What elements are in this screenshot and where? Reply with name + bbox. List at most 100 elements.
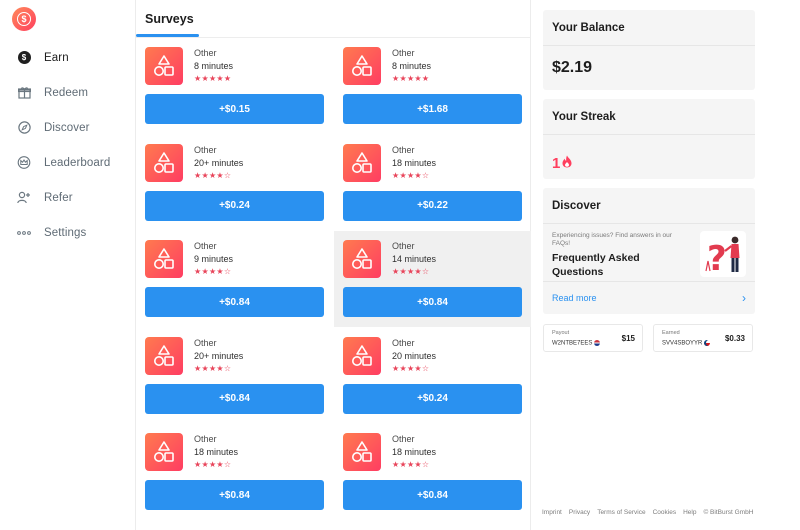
survey-reward-button[interactable]: +$0.84 — [145, 287, 324, 318]
survey-meta: Other 18 minutes ★★★★☆ — [194, 433, 238, 470]
faq-illustration: ? — [700, 231, 746, 279]
ticker-code: SVV4SBOYYR — [662, 340, 711, 347]
survey-card[interactable]: Other 20+ minutes ★★★★☆ +$0.84 — [136, 328, 333, 424]
shapes-icon — [352, 55, 372, 76]
streak-title: Your Streak — [543, 99, 755, 135]
survey-meta: Other 9 minutes ★★★★☆ — [194, 240, 233, 277]
streak-value-row: 1 — [543, 135, 755, 179]
sidebar-item-label: Discover — [44, 121, 90, 134]
survey-rating-stars: ★★★★☆ — [194, 363, 232, 373]
survey-card[interactable]: Other 20 minutes ★★★★☆ +$0.24 — [334, 328, 531, 424]
survey-duration: 14 minutes — [392, 254, 437, 265]
us-flag-icon — [594, 340, 601, 346]
flame-icon — [562, 155, 572, 172]
shapes-icon — [154, 248, 174, 270]
faq-promo[interactable]: Experiencing issues? Find answers in our… — [543, 224, 755, 282]
tab-bar: Surveys — [136, 0, 530, 38]
survey-duration: 20+ minutes — [194, 157, 244, 168]
survey-rating-stars: ★★★★☆ — [392, 460, 430, 470]
survey-meta: Other 18 minutes ★★★★☆ — [392, 144, 436, 181]
survey-rating-stars: ★★★★★ — [194, 74, 232, 83]
survey-card[interactable]: Other 14 minutes ★★★★☆ +$0.84 — [334, 231, 531, 328]
survey-reward-button[interactable]: +$0.84 — [343, 480, 522, 511]
survey-rating-stars: ★★★★☆ — [194, 460, 232, 470]
sidebar-nav: $ Earn Redeem Discover Leaderboard Refer… — [0, 40, 135, 250]
ticker-item: Earned SVV4SBOYYR $0.33 — [653, 324, 753, 352]
survey-reward-button[interactable]: +$0.24 — [145, 190, 324, 221]
shapes-icon — [352, 344, 372, 366]
svg-text:?: ? — [707, 239, 727, 277]
sidebar-item-settings[interactable]: Settings — [0, 215, 135, 250]
shapes-icon — [154, 344, 174, 366]
survey-duration: 18 minutes — [194, 447, 239, 458]
survey-reward-button[interactable]: +$0.84 — [343, 287, 522, 318]
survey-reward-button[interactable]: +$0.84 — [145, 383, 324, 414]
survey-duration: 20 minutes — [392, 350, 437, 361]
survey-meta: Other 20+ minutes ★★★★☆ — [194, 337, 243, 374]
footer-link-cookies[interactable]: Cookies — [653, 509, 676, 516]
sidebar-item-label: Leaderboard — [44, 156, 111, 169]
sidebar-item-redeem[interactable]: Redeem — [0, 75, 135, 110]
ticker-code-text: SVV4SBOYYR — [662, 340, 703, 347]
tab-surveys[interactable]: Surveys — [145, 12, 194, 26]
survey-card[interactable]: Other 18 minutes ★★★★☆ +$0.22 — [334, 135, 531, 231]
survey-card[interactable]: Other 18 minutes ★★★★☆ +$0.84 — [334, 424, 531, 520]
survey-reward-button[interactable]: +$0.24 — [343, 383, 522, 414]
sidebar-item-label: Settings — [44, 226, 87, 239]
survey-reward-button[interactable]: +$0.22 — [343, 190, 522, 221]
survey-card[interactable]: Other 8 minutes ★★★★★ +$0.15 — [136, 38, 333, 134]
gift-icon — [17, 86, 31, 100]
survey-card[interactable]: Other 9 minutes ★★★★☆ +$0.84 — [136, 231, 333, 327]
ticker-amount: $0.33 — [724, 334, 745, 343]
survey-reward-button[interactable]: +$0.15 — [145, 94, 324, 124]
sidebar-item-earn[interactable]: $ Earn — [0, 40, 135, 75]
survey-rating-stars: ★★★★☆ — [392, 170, 430, 180]
survey-card[interactable]: Other 20+ minutes ★★★★☆ +$0.24 — [136, 135, 333, 231]
survey-rating-stars: ★★★★★ — [392, 74, 430, 83]
ticker-code: W2NTBE7EES — [552, 340, 601, 347]
survey-thumbnail — [145, 433, 183, 472]
app-logo[interactable]: $ — [12, 7, 36, 31]
survey-meta: Other 20+ minutes ★★★★☆ — [194, 144, 243, 181]
shapes-icon — [154, 55, 174, 76]
shapes-icon — [352, 441, 372, 463]
survey-duration: 8 minutes — [392, 61, 432, 71]
survey-category: Other — [194, 434, 217, 445]
survey-duration: 18 minutes — [392, 157, 437, 168]
ticker-code-text: W2NTBE7EES — [552, 340, 593, 347]
crown-icon — [17, 156, 31, 170]
survey-category: Other — [392, 48, 415, 58]
ticker-amount: $15 — [621, 334, 635, 343]
survey-thumbnail — [343, 240, 381, 279]
sidebar-item-discover[interactable]: Discover — [0, 110, 135, 145]
read-more-link[interactable]: Read more › — [543, 282, 755, 314]
survey-reward-button[interactable]: +$1.68 — [343, 94, 522, 124]
survey-meta: Other 20 minutes ★★★★☆ — [392, 337, 436, 374]
survey-meta: Other 8 minutes ★★★★★ — [392, 47, 431, 84]
survey-reward-button[interactable]: +$0.84 — [145, 480, 324, 511]
footer-link-privacy[interactable]: Privacy — [569, 509, 590, 516]
survey-thumbnail — [343, 47, 381, 85]
survey-card[interactable]: Other 8 minutes ★★★★★ +$1.68 — [334, 38, 531, 134]
survey-rating-stars: ★★★★☆ — [194, 170, 232, 180]
survey-thumbnail — [145, 47, 183, 85]
survey-category: Other — [392, 241, 415, 252]
sidebar-item-leaderboard[interactable]: Leaderboard — [0, 145, 135, 180]
balance-card: Your Balance $2.19 — [543, 10, 755, 90]
sidebar-item-label: Refer — [44, 191, 73, 204]
streak-value: 1 — [552, 154, 561, 172]
sidebar-item-refer[interactable]: Refer — [0, 180, 135, 215]
sidebar: $ $ Earn Redeem Discover Leaderboard Ref… — [0, 0, 136, 530]
footer-link-help[interactable]: Help — [683, 509, 696, 516]
right-sidebar: Your Balance $2.19 Your Streak 1 Discove… — [543, 10, 755, 352]
survey-thumbnail — [343, 433, 381, 472]
footer-link-terms[interactable]: Terms of Service — [597, 509, 645, 516]
survey-meta: Other 8 minutes ★★★★★ — [194, 47, 233, 84]
survey-thumbnail — [145, 240, 183, 279]
surveys-panel: Surveys Other 8 minutes ★★★★★ +$0.15 Other 8 … — [136, 0, 531, 530]
survey-category: Other — [194, 144, 217, 155]
survey-card[interactable]: Other 18 minutes ★★★★☆ +$0.84 — [136, 424, 333, 520]
shapes-icon — [154, 441, 174, 463]
footer-link-imprint[interactable]: Imprint — [542, 509, 562, 516]
survey-duration: 8 minutes — [194, 61, 234, 71]
